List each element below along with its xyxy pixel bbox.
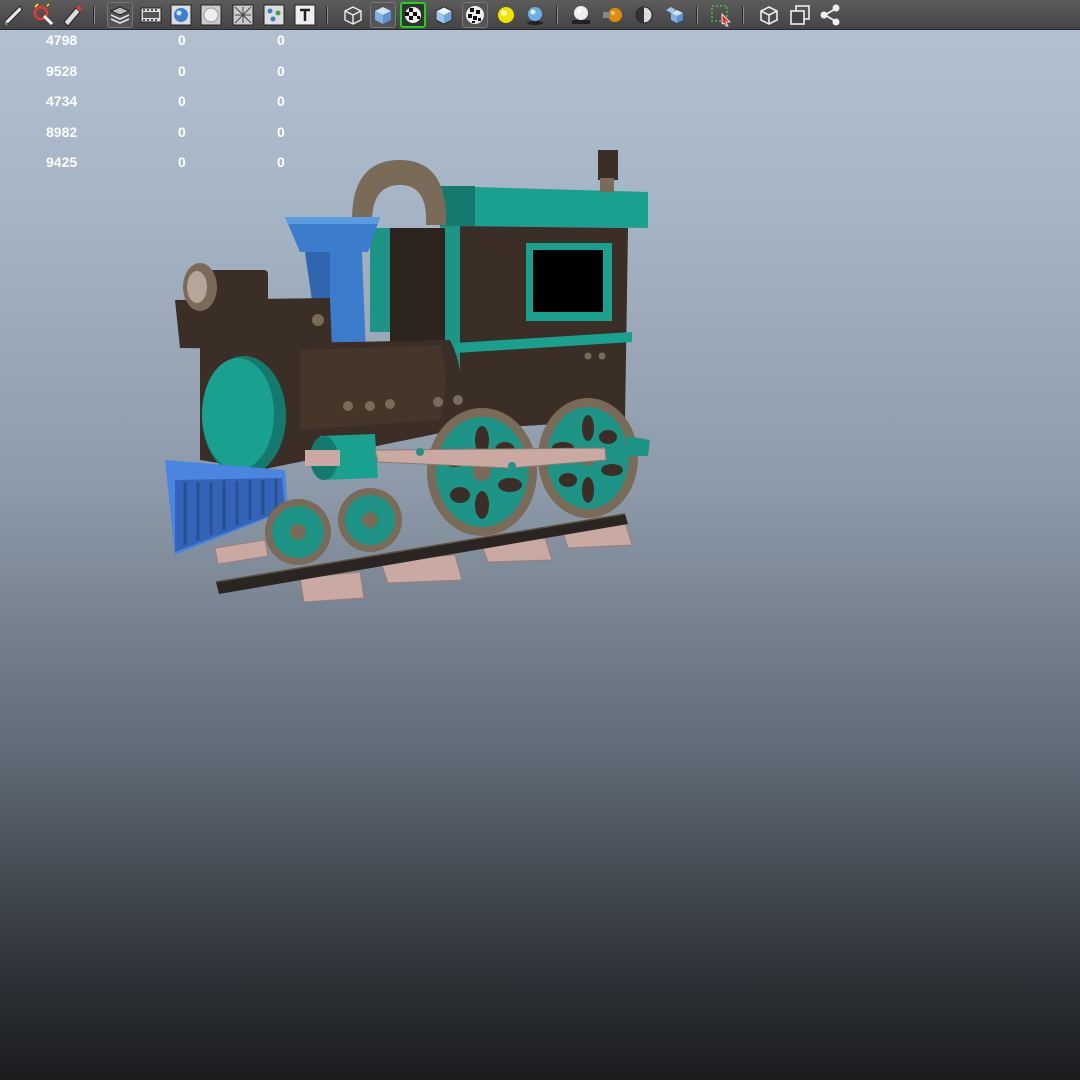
boiler-teal-panel bbox=[370, 228, 390, 332]
toolbar-separator bbox=[93, 6, 96, 24]
whistle bbox=[598, 150, 618, 192]
cab-roof bbox=[440, 186, 648, 228]
light-bulb-icon[interactable] bbox=[600, 2, 626, 28]
hud-value: 0 bbox=[277, 93, 285, 110]
hud-value: 0 bbox=[178, 123, 186, 140]
camera-attributes-icon[interactable] bbox=[107, 2, 133, 28]
smooth-shade-icon[interactable] bbox=[168, 2, 194, 28]
text-icon[interactable] bbox=[292, 2, 318, 28]
boiler-highlight bbox=[300, 345, 446, 430]
default-material-icon[interactable] bbox=[431, 2, 457, 28]
toolbar-separator bbox=[556, 6, 559, 24]
hud-value: 9528 bbox=[46, 62, 78, 79]
copy-layers-icon[interactable] bbox=[787, 2, 813, 28]
rear-buffer bbox=[628, 436, 650, 456]
sand-dome-arch bbox=[352, 160, 447, 225]
isolate-select-icon[interactable] bbox=[662, 2, 688, 28]
hud-value: 4734 bbox=[46, 93, 78, 110]
cube-outline-icon[interactable] bbox=[756, 2, 782, 28]
toolbar-separator bbox=[696, 6, 699, 24]
toolbar-separator bbox=[742, 6, 745, 24]
hud-value: 0 bbox=[277, 62, 285, 79]
wireframe-on-shaded-icon[interactable] bbox=[198, 2, 224, 28]
train-model[interactable] bbox=[160, 140, 660, 610]
cylinder bbox=[305, 434, 378, 480]
lighting-sun-icon[interactable] bbox=[493, 2, 519, 28]
rivet bbox=[584, 352, 592, 360]
wireframe-icon[interactable] bbox=[230, 2, 256, 28]
cab-window-glass bbox=[533, 250, 603, 312]
ambient-occlusion-icon[interactable] bbox=[568, 2, 594, 28]
film-gate-icon[interactable] bbox=[138, 2, 164, 28]
drive-wheel bbox=[427, 408, 537, 536]
lasso-magnet-icon[interactable] bbox=[30, 2, 56, 28]
hud-value: 9425 bbox=[46, 154, 78, 171]
hud-value: 0 bbox=[277, 123, 285, 140]
front-wheel bbox=[338, 488, 402, 552]
viewport-toolbar bbox=[0, 0, 1080, 30]
hud-value: 0 bbox=[178, 93, 186, 110]
hud-value: 4798 bbox=[46, 32, 78, 48]
shadow-sphere-icon[interactable] bbox=[522, 2, 548, 28]
front-wheel bbox=[265, 499, 331, 565]
share-nodes-icon[interactable] bbox=[817, 2, 843, 28]
hud-value: 0 bbox=[178, 32, 186, 48]
select-icon[interactable] bbox=[0, 2, 26, 28]
paint-brush-icon[interactable] bbox=[58, 2, 84, 28]
checker-texture-icon[interactable] bbox=[462, 2, 488, 28]
headlight bbox=[183, 263, 268, 311]
smokebox-door bbox=[202, 356, 286, 476]
wireframe-cube-icon[interactable] bbox=[340, 2, 366, 28]
rod-pin bbox=[508, 462, 516, 470]
shaded-cube-icon[interactable] bbox=[370, 2, 396, 28]
grid-dots-icon[interactable] bbox=[261, 2, 287, 28]
hud-value: 0 bbox=[178, 62, 186, 79]
half-sphere-icon[interactable] bbox=[631, 2, 657, 28]
rivet bbox=[598, 352, 606, 360]
hud-value: 8982 bbox=[46, 123, 78, 140]
toolbar-separator bbox=[326, 6, 329, 24]
select-highlight-icon[interactable] bbox=[708, 2, 734, 28]
rod-pin bbox=[416, 448, 424, 456]
xray-checker-icon[interactable] bbox=[400, 2, 426, 28]
hud-value: 0 bbox=[277, 32, 285, 48]
